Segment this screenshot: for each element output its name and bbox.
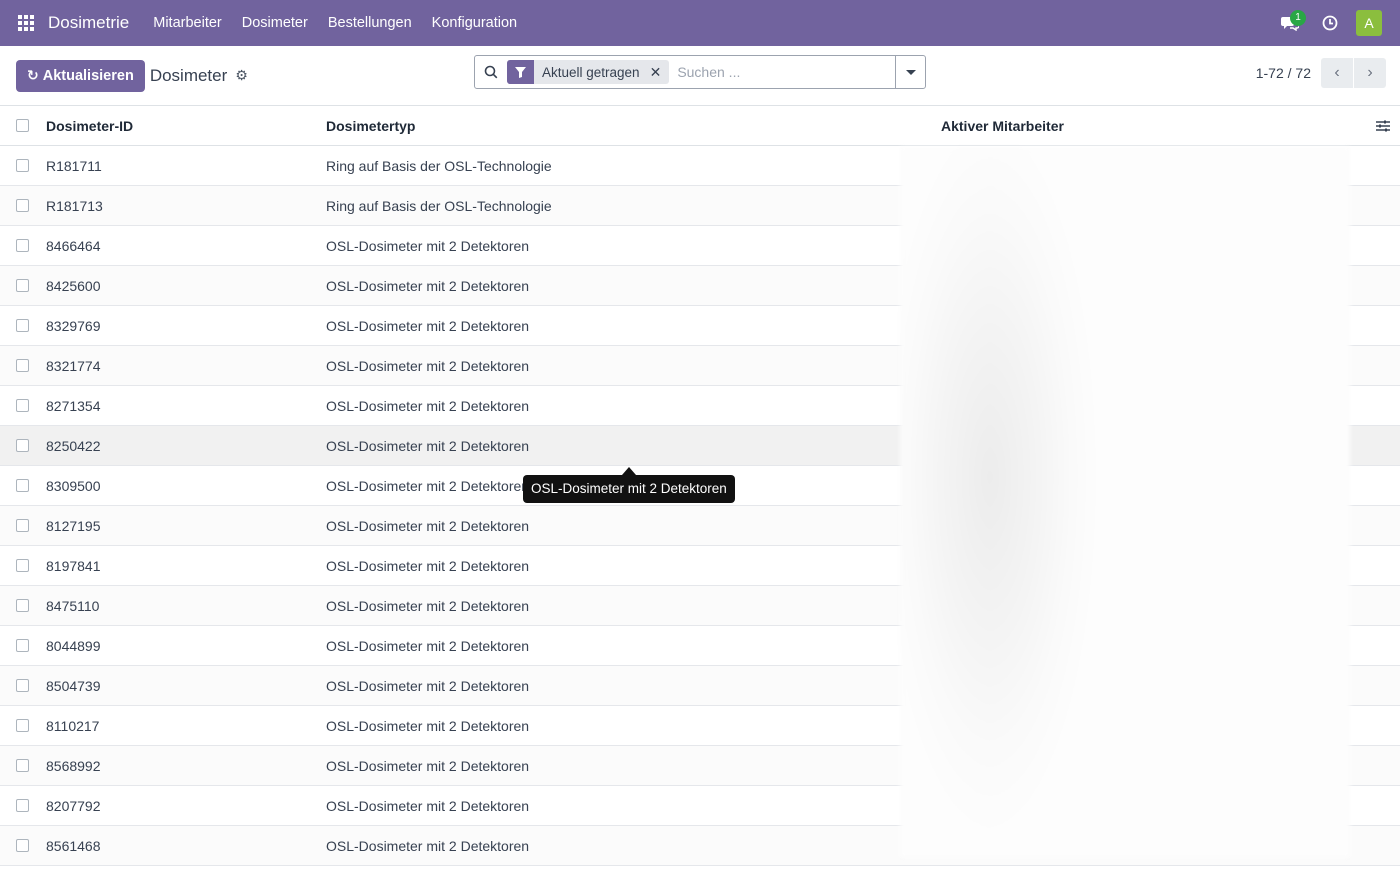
- cell-dosimeter-type: OSL-Dosimeter mit 2 Detektoren: [326, 597, 530, 614]
- cell-dosimeter-type: Ring auf Basis der OSL-Technologie: [326, 197, 552, 214]
- refresh-button-label: Aktualisieren: [42, 67, 134, 84]
- pager: 1-72 / 72 ‹ ›: [1256, 58, 1386, 88]
- activities-button[interactable]: [1310, 0, 1350, 46]
- cell-dosimeter-type: OSL-Dosimeter mit 2 Detektoren: [326, 557, 530, 574]
- cell-dosimeter-id: 8110217: [46, 717, 100, 734]
- column-header-type[interactable]: Dosimetertyp: [326, 118, 941, 134]
- user-avatar[interactable]: A: [1356, 10, 1382, 36]
- cell-dosimeter-id: 8329769: [46, 317, 101, 334]
- filter-icon: [507, 60, 534, 84]
- cell-dosimeter-id: R181711: [46, 157, 102, 174]
- row-checkbox[interactable]: [15, 519, 29, 532]
- pager-value[interactable]: 1-72 / 72: [1256, 65, 1311, 81]
- row-checkbox[interactable]: [15, 559, 29, 572]
- cell-dosimeter-type: OSL-Dosimeter mit 2 Detektoren: [326, 517, 530, 534]
- select-all-checkbox[interactable]: [15, 119, 29, 132]
- column-header-employee[interactable]: Aktiver Mitarbeiter: [941, 118, 1400, 134]
- refresh-button[interactable]: ↻ Aktualisieren: [16, 59, 145, 92]
- table-header: Dosimeter-ID Dosimetertyp Aktiver Mitarb…: [0, 106, 1400, 146]
- blurred-employee-column: [900, 147, 1350, 857]
- cell-dosimeter-type: OSL-Dosimeter mit 2 Detektoren: [326, 837, 530, 854]
- row-checkbox[interactable]: [15, 639, 29, 652]
- cell-dosimeter-id: 8561468: [46, 837, 101, 854]
- optional-columns-icon[interactable]: [1376, 119, 1390, 136]
- cell-dosimeter-id: 8466464: [46, 237, 101, 254]
- cell-dosimeter-id: 8568992: [46, 757, 101, 774]
- search-icon: [475, 65, 507, 79]
- cell-dosimeter-id: 8271354: [46, 397, 101, 414]
- search-facet: Aktuell getragen ✕: [507, 60, 670, 84]
- clock-icon: [1322, 15, 1338, 31]
- row-checkbox[interactable]: [15, 279, 29, 292]
- row-checkbox[interactable]: [15, 799, 29, 812]
- control-panel: ↻ Aktualisieren Dosimeter ⚙ Aktuell getr…: [0, 46, 1400, 106]
- cell-dosimeter-id: 8504739: [46, 677, 101, 694]
- cell-dosimeter-type: OSL-Dosimeter mit 2 Detektoren: [326, 357, 530, 374]
- cell-dosimeter-id: 8475110: [46, 597, 100, 614]
- row-checkbox[interactable]: [15, 479, 29, 492]
- search-options-toggle[interactable]: [895, 56, 925, 88]
- cell-dosimeter-type: OSL-Dosimeter mit 2 Detektoren: [326, 237, 530, 254]
- cell-dosimeter-type: OSL-Dosimeter mit 2 Detektoren: [326, 277, 530, 294]
- row-checkbox[interactable]: [15, 319, 29, 332]
- cell-dosimeter-type: Ring auf Basis der OSL-Technologie: [326, 157, 552, 174]
- refresh-icon: ↻: [27, 67, 39, 83]
- chevron-right-icon: ›: [1367, 64, 1373, 81]
- search-bar: Aktuell getragen ✕ Suchen ...: [474, 55, 926, 89]
- remove-facet-icon[interactable]: ✕: [648, 64, 670, 81]
- cell-dosimeter-type: OSL-Dosimeter mit 2 Detektoren: [326, 757, 530, 774]
- row-checkbox[interactable]: [15, 159, 29, 172]
- row-checkbox[interactable]: [15, 719, 29, 732]
- cell-dosimeter-type: OSL-Dosimeter mit 2 Detektoren: [326, 677, 530, 694]
- cell-dosimeter-id: 8250422: [46, 437, 101, 454]
- row-checkbox[interactable]: [15, 199, 29, 212]
- row-checkbox[interactable]: [15, 439, 29, 452]
- chevron-left-icon: ‹: [1334, 64, 1340, 81]
- pager-previous-button[interactable]: ‹: [1321, 58, 1353, 88]
- menu-item-konfiguration[interactable]: Konfiguration: [422, 0, 527, 46]
- main-menu: Mitarbeiter Dosimeter Bestellungen Konfi…: [143, 0, 527, 46]
- cell-dosimeter-type: OSL-Dosimeter mit 2 Detektoren: [326, 317, 530, 334]
- apps-menu-icon[interactable]: [0, 0, 52, 46]
- cell-dosimeter-id: 8207792: [46, 797, 101, 814]
- row-checkbox[interactable]: [15, 839, 29, 852]
- row-checkbox[interactable]: [15, 239, 29, 252]
- cell-dosimeter-type: OSL-Dosimeter mit 2 Detektoren: [326, 637, 530, 654]
- messages-button[interactable]: 1: [1270, 0, 1310, 46]
- tooltip: OSL-Dosimeter mit 2 Detektoren: [523, 475, 735, 503]
- cell-dosimeter-id: 8425600: [46, 277, 101, 294]
- cell-dosimeter-id: 8127195: [46, 517, 101, 534]
- search-input[interactable]: Suchen ...: [677, 64, 895, 80]
- cell-dosimeter-id: 8309500: [46, 477, 101, 494]
- cell-dosimeter-id: 8197841: [46, 557, 101, 574]
- cell-dosimeter-type: OSL-Dosimeter mit 2 Detektoren: [326, 717, 530, 734]
- cell-dosimeter-type: OSL-Dosimeter mit 2 Detektoren: [326, 397, 530, 414]
- cell-dosimeter-type: OSL-Dosimeter mit 2 Detektoren: [326, 797, 530, 814]
- row-checkbox[interactable]: [15, 599, 29, 612]
- app-name[interactable]: Dosimetrie: [48, 13, 137, 33]
- cell-dosimeter-id: 8044899: [46, 637, 101, 654]
- messages-badge: 1: [1290, 10, 1306, 26]
- tooltip-arrow: [622, 467, 636, 475]
- cell-dosimeter-type: OSL-Dosimeter mit 2 Detektoren: [326, 437, 530, 454]
- cell-dosimeter-id: 8321774: [46, 357, 101, 374]
- row-checkbox[interactable]: [15, 399, 29, 412]
- row-checkbox[interactable]: [15, 679, 29, 692]
- gear-icon[interactable]: ⚙: [235, 67, 248, 84]
- column-header-id[interactable]: Dosimeter-ID: [46, 118, 326, 134]
- menu-item-dosimeter[interactable]: Dosimeter: [232, 0, 318, 46]
- cell-dosimeter-id: R181713: [46, 197, 103, 214]
- pager-next-button[interactable]: ›: [1354, 58, 1386, 88]
- page-title: Dosimeter: [149, 65, 228, 85]
- caret-down-icon: [905, 69, 916, 75]
- row-checkbox[interactable]: [15, 759, 29, 772]
- top-navbar: Dosimetrie Mitarbeiter Dosimeter Bestell…: [0, 0, 1400, 46]
- facet-label: Aktuell getragen: [542, 64, 640, 80]
- row-checkbox[interactable]: [15, 359, 29, 372]
- menu-item-bestellungen[interactable]: Bestellungen: [318, 0, 422, 46]
- menu-item-mitarbeiter[interactable]: Mitarbeiter: [143, 0, 232, 46]
